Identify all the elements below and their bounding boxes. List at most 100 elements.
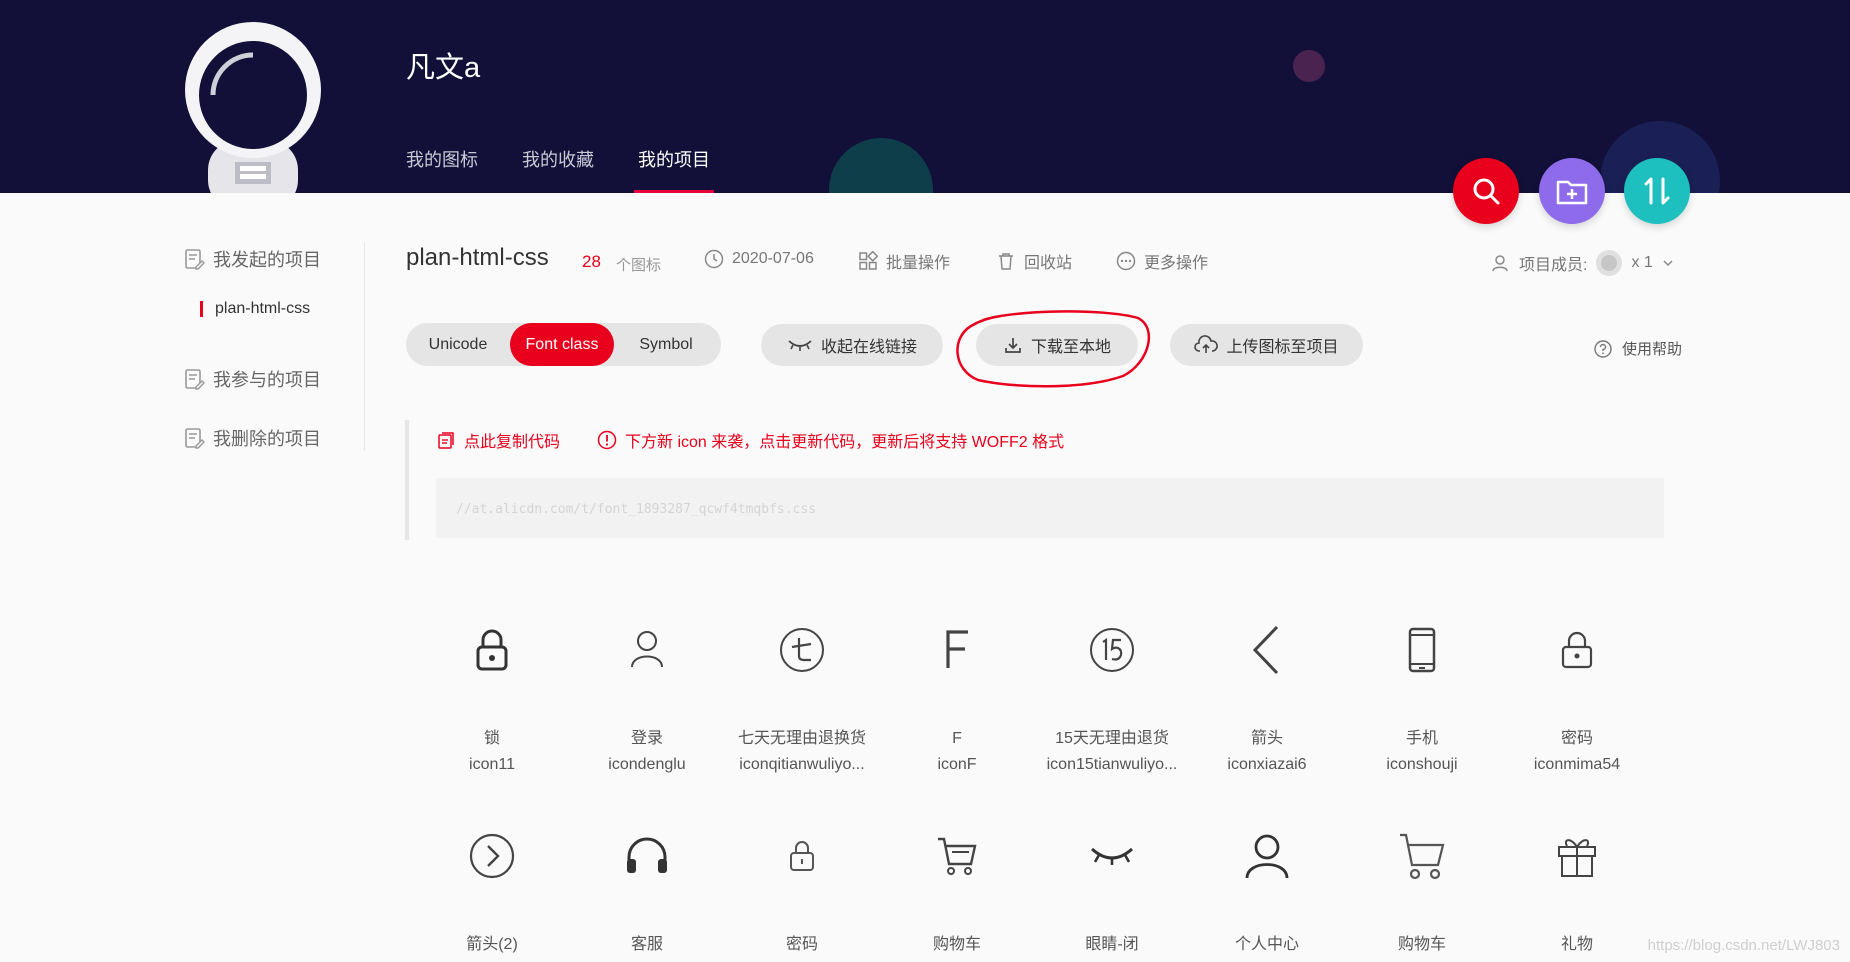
clock-icon [704, 249, 724, 269]
icon-card[interactable]: 手机 iconshouji [1342, 620, 1502, 780]
icon-name: 购物车 [1397, 936, 1446, 953]
more-label: 更多操作 [1144, 255, 1209, 272]
icon-code: icon15tianwuliyo... [1046, 756, 1178, 773]
icon-card[interactable]: 购物车 icongouwuche1 [1342, 826, 1502, 962]
sidebar-item-participated[interactable]: 我参与的项目 [183, 366, 321, 392]
icon-code: iconyanjing-bi [1032, 956, 1192, 962]
upload-label: 上传图标至项目 [1226, 339, 1339, 356]
icon-card[interactable]: 箭头 iconxiazai6 [1187, 620, 1347, 780]
icon-card[interactable]: 七天无理由退换货 iconqitianwuliyo... [722, 620, 882, 780]
icon-code: iconmima [722, 956, 882, 962]
project-title: plan-html-css [406, 244, 549, 271]
decor-dot [829, 138, 933, 193]
icon-name: 箭头(2) [466, 936, 518, 953]
sort-button[interactable] [1624, 158, 1690, 224]
icon-card[interactable]: 礼物 iconliwu [1497, 826, 1657, 962]
icon-card[interactable]: 登录 icondenglu [567, 620, 727, 780]
batch-operations-button[interactable]: 批量操作 [858, 249, 950, 273]
icon-card[interactable]: 购物车 icongouwuche [877, 826, 1037, 962]
phone-icon [1408, 627, 1436, 673]
icon-code: iconliwu [1497, 956, 1657, 962]
copy-icon [438, 432, 454, 449]
update-code-link[interactable]: 下方新 icon 来袭，点击更新代码，更新后将支持 WOFF2 格式 [597, 428, 1064, 452]
lock-icon [476, 629, 508, 671]
document-edit-icon [185, 249, 205, 270]
tab-my-favorites[interactable]: 我的收藏 [522, 146, 594, 193]
icon-card[interactable]: 客服 iconkefu [567, 826, 727, 962]
batch-label: 批量操作 [886, 255, 951, 272]
recycle-label: 回收站 [1024, 255, 1073, 272]
collapse-online-link-button[interactable]: 收起在线链接 [761, 324, 943, 366]
icon-code: icongerenzhongxin [1187, 956, 1347, 962]
more-operations-button[interactable]: 更多操作 [1116, 249, 1208, 273]
icon-name: 客服 [630, 936, 663, 953]
sidebar-item-label: 我参与的项目 [213, 370, 321, 390]
arrow-left-icon [1252, 625, 1279, 675]
icon-card[interactable]: 箭头(2) iconjiantou2 [412, 826, 572, 962]
copy-label: 点此复制代码 [464, 434, 561, 451]
members-icon [1492, 255, 1508, 272]
watermark: https://blog.csdn.net/LWJ803 [1647, 937, 1840, 954]
icon-name: 锁 [483, 730, 500, 747]
more-icon [1116, 251, 1136, 271]
search-button[interactable] [1453, 158, 1519, 224]
icon-code: icongouwuche [877, 956, 1037, 962]
sidebar-item-deleted[interactable]: 我删除的项目 [183, 425, 321, 451]
sort-icon [1644, 177, 1670, 205]
copy-code-link[interactable]: 点此复制代码 [436, 428, 560, 452]
upload-icons-button[interactable]: 上传图标至项目 [1170, 324, 1363, 366]
sidebar-item-initiated[interactable]: 我发起的项目 [183, 246, 321, 272]
sidebar-project-plan-html-css[interactable]: plan-html-css [200, 300, 310, 318]
selection-bar [200, 301, 203, 317]
chevron-down-icon [1663, 260, 1673, 267]
icon-code: iconqitianwuliyo... [739, 756, 865, 773]
code-url-box[interactable]: //at.alicdn.com/t/font_1893287_qcwf4tmqb… [436, 478, 1664, 538]
icon-name: 登录 [630, 730, 663, 747]
icon-name: 手机 [1405, 730, 1438, 747]
members-label: 项目成员: [1519, 257, 1588, 274]
icon-card[interactable]: 15天无理由退货 icon15tianwuliyo... [1032, 620, 1192, 780]
collapse-link-label: 收起在线链接 [820, 339, 917, 356]
gift-icon [1558, 839, 1596, 877]
icon-name: 七天无理由退换货 [737, 730, 866, 747]
document-edit-icon [185, 428, 205, 449]
update-label: 下方新 icon 来袭，点击更新代码，更新后将支持 WOFF2 格式 [625, 434, 1065, 451]
question-icon [1594, 339, 1612, 358]
cart-icon [938, 837, 977, 875]
arrow-circle-right-icon [469, 833, 515, 879]
help-label: 使用帮助 [1622, 341, 1683, 358]
icon-card[interactable]: 密码 iconmima [722, 826, 882, 962]
add-folder-button[interactable] [1539, 158, 1605, 224]
icon-code: icondenglu [608, 756, 686, 773]
avatar[interactable] [183, 20, 323, 193]
cart-outline-icon [1400, 833, 1445, 880]
icon-card[interactable]: 密码 iconmima54 [1497, 620, 1657, 780]
fifteen-day-return-icon [1090, 628, 1134, 672]
sidebar-divider [364, 243, 365, 451]
icon-card[interactable]: 个人中心 icongerenzhongxin [1187, 826, 1347, 962]
cloud-upload-icon [1194, 335, 1219, 353]
icon-code: iconkefu [567, 956, 727, 962]
icon-name: 礼物 [1560, 936, 1593, 953]
project-members[interactable]: 项目成员: x 1 [1491, 249, 1675, 277]
tab-my-projects[interactable]: 我的项目 [634, 146, 714, 193]
icon-card[interactable]: 锁 icon11 [412, 620, 572, 780]
search-icon [1473, 178, 1500, 205]
headset-icon [627, 837, 667, 873]
main-nav: 我的图标 我的收藏 我的项目 [406, 146, 754, 193]
icon-card[interactable]: F iconF [877, 620, 1037, 780]
sidebar-item-label: 我删除的项目 [213, 429, 321, 449]
icon-card[interactable]: 眼睛-闭 iconyanjing-bi [1032, 826, 1192, 962]
mode-font-class[interactable]: Font class [510, 323, 614, 366]
alert-icon [597, 430, 617, 450]
icon-name: 个人中心 [1234, 936, 1299, 953]
tab-my-icons[interactable]: 我的图标 [406, 146, 478, 193]
icon-name: 购物车 [932, 936, 981, 953]
mode-unicode[interactable]: Unicode [406, 323, 510, 366]
recycle-bin-button[interactable]: 回收站 [996, 249, 1072, 273]
letter-f-icon [946, 630, 968, 668]
mode-symbol[interactable]: Symbol [614, 323, 718, 366]
help-link[interactable]: 使用帮助 [1594, 338, 1682, 359]
username: 凡文a [406, 52, 481, 84]
icon-name: F [952, 730, 962, 747]
